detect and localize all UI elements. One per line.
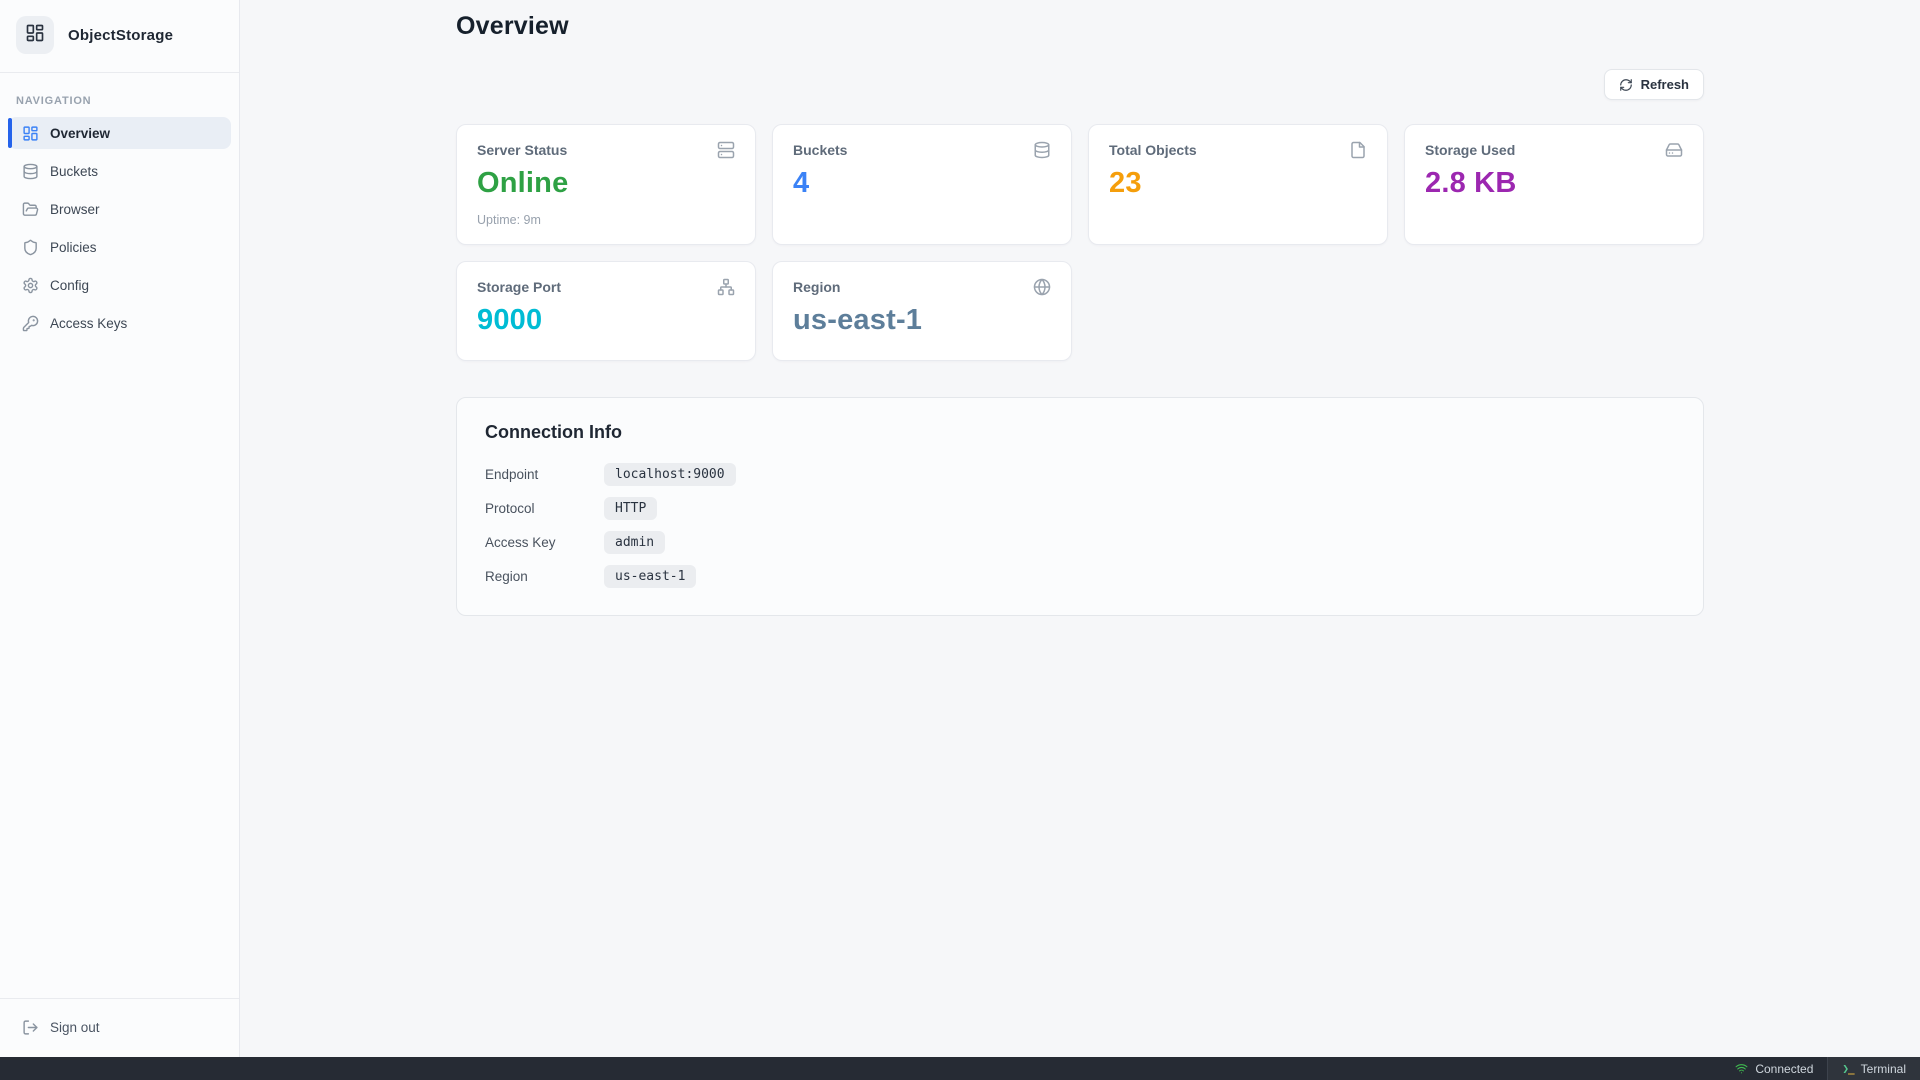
toolbar: Refresh — [456, 69, 1704, 100]
status-bar: Connected ❯_ Terminal — [0, 1057, 1920, 1080]
folder-open-icon — [22, 201, 39, 218]
network-icon — [717, 278, 735, 296]
stat-cards-grid: Server Status Online Uptime: 9m Buckets … — [456, 124, 1704, 361]
stat-card-label: Region — [793, 279, 840, 295]
terminal-label: Terminal — [1861, 1062, 1906, 1076]
connection-info-row: Endpoint localhost:9000 — [485, 461, 1675, 487]
stat-card-label: Buckets — [793, 142, 847, 158]
connection-info-value: localhost:9000 — [604, 463, 736, 486]
stat-card-value: Online — [477, 167, 735, 200]
connection-info-value: admin — [604, 531, 665, 554]
database-icon — [1033, 141, 1051, 159]
stat-card-value: 9000 — [477, 304, 735, 337]
app-window: ObjectStorage NAVIGATION Overview Bucket… — [0, 0, 1920, 1057]
refresh-button[interactable]: Refresh — [1604, 69, 1704, 100]
sidebar-item-label: Access Keys — [50, 316, 127, 331]
sidebar-item-label: Overview — [50, 126, 110, 141]
sidebar-item-label: Buckets — [50, 164, 98, 179]
connection-info-label: Protocol — [485, 501, 604, 516]
main-area: Overview Refresh Server Status Online Up… — [240, 0, 1920, 1057]
gear-icon — [22, 277, 39, 294]
stat-card-region: Region us-east-1 — [772, 261, 1072, 361]
connection-status: Connected — [1721, 1057, 1827, 1080]
stat-card-value: 23 — [1109, 167, 1367, 200]
connection-info-label: Endpoint — [485, 467, 604, 482]
file-icon — [1349, 141, 1367, 159]
sidebar-item-config[interactable]: Config — [8, 269, 231, 301]
connection-info-panel: Connection Info Endpoint localhost:9000 … — [456, 397, 1704, 616]
app-logo: ObjectStorage — [0, 0, 239, 72]
stat-card-label: Server Status — [477, 142, 567, 158]
content-container: Overview Refresh Server Status Online Up… — [456, 0, 1704, 616]
hard-drive-icon — [1665, 141, 1683, 159]
connection-info-row: Protocol HTTP — [485, 495, 1675, 521]
connection-info-row: Region us-east-1 — [485, 563, 1675, 589]
stat-card-value: 4 — [793, 167, 1051, 200]
logout-icon — [22, 1019, 39, 1036]
connection-info-rows: Endpoint localhost:9000 Protocol HTTP Ac… — [485, 461, 1675, 589]
refresh-label: Refresh — [1641, 77, 1689, 92]
key-icon — [22, 315, 39, 332]
sidebar: ObjectStorage NAVIGATION Overview Bucket… — [0, 0, 240, 1057]
sign-out-button[interactable]: Sign out — [8, 1011, 231, 1043]
stat-card-value: us-east-1 — [793, 304, 1051, 337]
sign-out-label: Sign out — [50, 1020, 100, 1035]
sidebar-spacer — [0, 339, 239, 998]
stat-card-label: Storage Used — [1425, 142, 1515, 158]
signout-section: Sign out — [0, 998, 239, 1057]
sidebar-item-label: Config — [50, 278, 89, 293]
connection-info-value: us-east-1 — [604, 565, 696, 588]
sidebar-item-buckets[interactable]: Buckets — [8, 155, 231, 187]
connection-status-label: Connected — [1755, 1062, 1813, 1076]
stat-card-server-status: Server Status Online Uptime: 9m — [456, 124, 756, 245]
stat-card-label: Storage Port — [477, 279, 561, 295]
terminal-button[interactable]: ❯_ Terminal — [1828, 1057, 1920, 1080]
stat-card-storage-used: Storage Used 2.8 KB — [1404, 124, 1704, 245]
server-icon — [717, 141, 735, 159]
shield-icon — [22, 239, 39, 256]
connection-info-row: Access Key admin — [485, 529, 1675, 555]
stat-card-storage-port: Storage Port 9000 — [456, 261, 756, 361]
database-icon — [22, 163, 39, 180]
stat-card-buckets: Buckets 4 — [772, 124, 1072, 245]
globe-icon — [1033, 278, 1051, 296]
sidebar-item-label: Policies — [50, 240, 97, 255]
wifi-icon — [1735, 1062, 1748, 1075]
app-logo-icon — [16, 16, 54, 54]
stat-card-label: Total Objects — [1109, 142, 1197, 158]
sidebar-item-access-keys[interactable]: Access Keys — [8, 307, 231, 339]
refresh-icon — [1619, 78, 1633, 92]
app-title: ObjectStorage — [68, 27, 173, 44]
connection-info-title: Connection Info — [485, 422, 1675, 443]
connection-info-label: Access Key — [485, 535, 604, 550]
stat-card-total-objects: Total Objects 23 — [1088, 124, 1388, 245]
sidebar-item-browser[interactable]: Browser — [8, 193, 231, 225]
sidebar-item-overview[interactable]: Overview — [8, 117, 231, 149]
sidebar-item-label: Browser — [50, 202, 100, 217]
stat-card-subtext: Uptime: 9m — [477, 213, 735, 227]
terminal-prompt-icon: ❯_ — [1842, 1062, 1853, 1075]
dashboard-icon — [25, 23, 45, 48]
nav-list: Overview Buckets Browser Policies Config… — [0, 117, 239, 339]
stat-card-value: 2.8 KB — [1425, 167, 1683, 200]
active-indicator-bar — [8, 118, 12, 148]
connection-info-label: Region — [485, 569, 604, 584]
sidebar-item-policies[interactable]: Policies — [8, 231, 231, 263]
connection-info-value: HTTP — [604, 497, 657, 520]
nav-section-label: NAVIGATION — [0, 73, 239, 117]
dashboard-icon — [22, 125, 39, 142]
page-title: Overview — [456, 12, 1704, 41]
